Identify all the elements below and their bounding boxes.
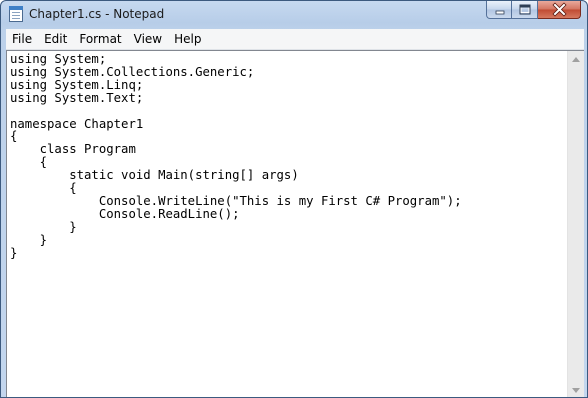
scroll-up-arrow-icon (572, 57, 580, 62)
notepad-icon[interactable] (9, 6, 23, 22)
menu-format[interactable]: Format (73, 29, 127, 49)
vertical-scrollbar[interactable] (567, 51, 584, 397)
close-icon (552, 2, 567, 17)
menu-bar: File Edit Format View Help (6, 29, 584, 50)
close-button[interactable] (538, 1, 581, 19)
scroll-up-button[interactable] (568, 51, 584, 68)
notepad-window: Chapter1.cs - Notepad File Edit Format V… (0, 0, 588, 398)
menu-view[interactable]: View (128, 29, 168, 49)
menu-help[interactable]: Help (168, 29, 207, 49)
scroll-down-button[interactable] (568, 382, 584, 397)
maximize-icon (519, 4, 531, 15)
maximize-button[interactable] (512, 1, 538, 19)
menu-file[interactable]: File (6, 29, 38, 49)
window-controls (486, 1, 581, 19)
title-bar[interactable]: Chapter1.cs - Notepad (1, 1, 587, 29)
window-title: Chapter1.cs - Notepad (29, 7, 165, 21)
minimize-icon (495, 10, 505, 15)
scroll-down-arrow-icon (572, 388, 580, 393)
minimize-button[interactable] (486, 1, 512, 19)
text-editor[interactable]: using System; using System.Collections.G… (6, 50, 584, 397)
editor-text[interactable]: using System; using System.Collections.G… (10, 53, 462, 260)
menu-edit[interactable]: Edit (38, 29, 73, 49)
